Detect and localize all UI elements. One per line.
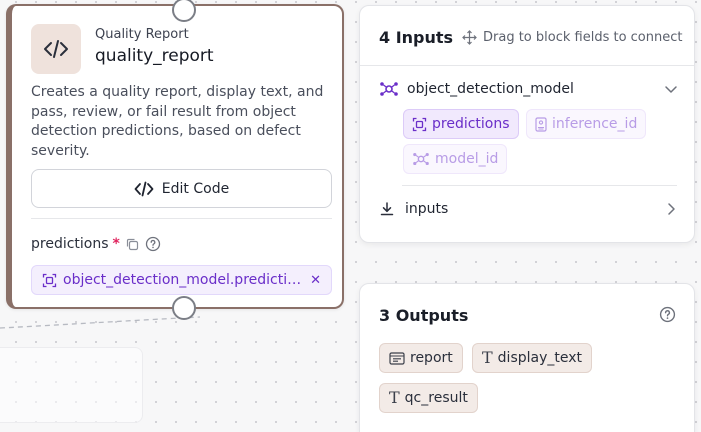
predictions-icon xyxy=(42,273,57,287)
field-chip-inference-id[interactable]: inference_id xyxy=(526,109,647,139)
id-card-icon xyxy=(535,116,547,132)
output-label: report xyxy=(410,350,453,366)
download-icon xyxy=(380,202,394,216)
field-label: predictions xyxy=(31,236,109,252)
connection-value: object_detection_model.predictions xyxy=(63,272,305,288)
node-description: Creates a quality report, display text, … xyxy=(31,84,324,159)
model-icon xyxy=(380,82,398,96)
move-icon xyxy=(462,30,477,45)
output-chip-report[interactable]: report xyxy=(379,343,463,373)
node-kind: Quality Report xyxy=(95,27,189,42)
chevron-down-icon[interactable] xyxy=(663,81,679,97)
field-chip-label: model_id xyxy=(435,151,499,167)
inputs-panel: 4 Inputs Drag to block fields to connect… xyxy=(359,5,695,243)
outputs-panel: 3 Outputs report T display_text T qc_res… xyxy=(359,283,695,432)
connection-line xyxy=(0,316,200,329)
output-chip-display-text[interactable]: T display_text xyxy=(472,343,593,373)
required-marker: * xyxy=(112,236,120,252)
code-icon xyxy=(31,24,81,74)
predictions-field-header: predictions * xyxy=(31,236,161,252)
chevron-right-icon[interactable] xyxy=(663,201,679,217)
model-label: object_detection_model xyxy=(407,81,574,97)
report-icon xyxy=(389,351,405,365)
remove-icon[interactable]: ✕ xyxy=(310,273,321,288)
field-chip-model-id[interactable]: model_id xyxy=(403,144,508,174)
node-title: quality_report xyxy=(95,46,214,66)
drag-hint-text: Drag to block fields to connect xyxy=(483,30,683,45)
help-icon[interactable] xyxy=(145,236,161,252)
edit-code-label: Edit Code xyxy=(161,180,230,197)
help-icon[interactable] xyxy=(659,306,676,323)
model-input-row[interactable]: object_detection_model xyxy=(379,80,679,98)
copy-icon[interactable] xyxy=(126,238,139,251)
inputs-row[interactable]: inputs xyxy=(379,201,679,217)
inputs-title: 4 Inputs xyxy=(379,28,454,47)
output-chip-qc-result[interactable]: T qc_result xyxy=(379,383,478,413)
text-type-icon: T xyxy=(482,348,493,367)
output-label: qc_result xyxy=(404,390,468,406)
field-chip-predictions[interactable]: predictions xyxy=(403,109,519,139)
text-type-icon: T xyxy=(389,388,400,407)
field-chip-label: inference_id xyxy=(552,116,638,132)
code-icon xyxy=(134,181,154,196)
edit-code-button[interactable]: Edit Code xyxy=(31,169,332,208)
quality-report-node[interactable]: Quality Report quality_report Creates a … xyxy=(6,0,344,320)
input-handle[interactable] xyxy=(172,0,196,22)
inputs-label: inputs xyxy=(405,201,449,217)
output-handle[interactable] xyxy=(172,296,196,320)
divider xyxy=(360,65,694,66)
background-node xyxy=(0,347,143,423)
divider xyxy=(31,218,332,219)
divider xyxy=(402,185,677,186)
model-icon xyxy=(413,152,429,166)
drag-hint: Drag to block fields to connect xyxy=(462,30,682,45)
outputs-title: 3 Outputs xyxy=(379,306,469,325)
predictions-connection-chip[interactable]: object_detection_model.predictions ✕ xyxy=(31,265,332,295)
output-label: display_text xyxy=(497,350,583,366)
field-chip-label: predictions xyxy=(432,116,510,132)
predictions-icon xyxy=(412,117,427,131)
